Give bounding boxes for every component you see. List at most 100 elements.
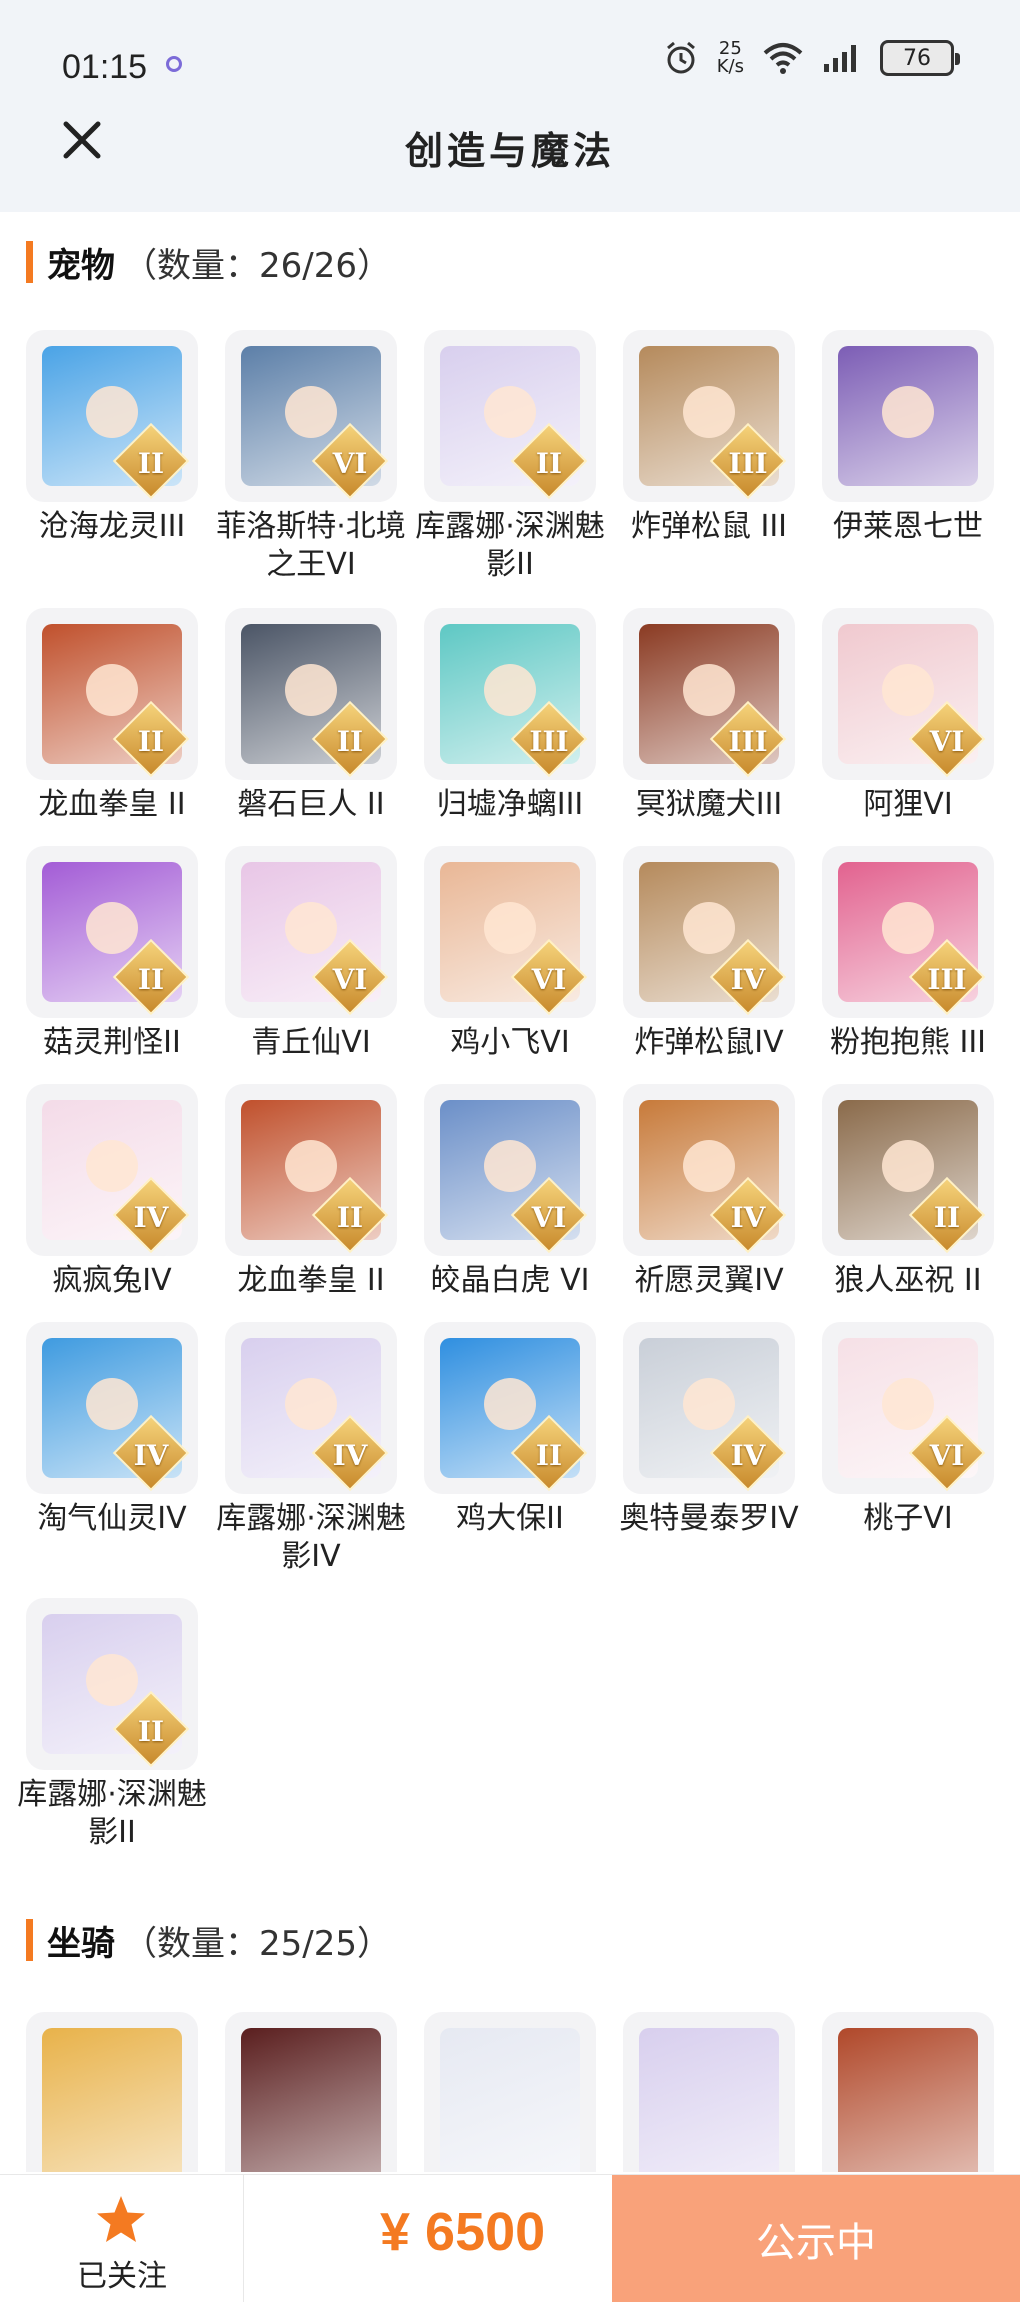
pet-card[interactable]: VI 青丘仙VI	[225, 846, 397, 1062]
pet-figure	[882, 664, 934, 716]
pet-name: 祈愿灵翼IV	[634, 1263, 784, 1298]
pet-card[interactable]: III 归墟净螭III	[424, 608, 596, 824]
tier-badge-text: III	[728, 725, 768, 758]
pet-image	[838, 346, 978, 486]
pet-thumbnail: III	[424, 608, 596, 780]
status-bar: 01:15 25 K/s 76	[0, 0, 1020, 120]
alarm-icon	[666, 41, 695, 74]
pet-thumbnail: IV	[26, 1084, 198, 1256]
tier-badge-text: VI	[531, 1201, 567, 1234]
mount-card[interactable]	[623, 2012, 795, 2172]
pet-thumbnail: II	[26, 608, 198, 780]
mount-card[interactable]	[225, 2012, 397, 2172]
mount-card[interactable]	[822, 2012, 994, 2172]
pet-figure	[285, 664, 337, 716]
section-accent-bar	[26, 241, 33, 283]
pet-card[interactable]: IV 疯疯兔IV	[26, 1084, 198, 1300]
pet-card[interactable]: II 菇灵荆怪II	[26, 846, 198, 1062]
pet-card[interactable]: IV 炸弹松鼠IV	[623, 846, 795, 1062]
mount-image	[241, 2028, 381, 2172]
price: ¥ 6500	[380, 2202, 546, 2262]
battery-level: 76	[903, 45, 931, 71]
follow-button[interactable]: 已关注	[0, 2175, 244, 2302]
pet-thumbnail: IV	[26, 1322, 198, 1494]
pet-thumbnail: IV	[225, 1322, 397, 1494]
mount-card[interactable]	[26, 2012, 198, 2172]
pet-name: 库露娜·深渊魅影II	[415, 509, 605, 582]
pet-card[interactable]: VI 阿狸VI	[822, 608, 994, 824]
pet-card[interactable]: IV 淘气仙灵IV	[26, 1322, 198, 1538]
pet-card[interactable]: VI 皎晶白虎 VI	[424, 1084, 596, 1300]
pet-card[interactable]: IV 奥特曼泰罗IV	[619, 1322, 799, 1538]
mount-thumbnail	[26, 2012, 198, 2172]
pet-thumbnail: II	[26, 846, 198, 1018]
pet-card[interactable]: IV 祈愿灵翼IV	[623, 1084, 795, 1300]
publish-status-button[interactable]: 公示中	[612, 2175, 1020, 2302]
pet-card[interactable]: II 库露娜·深渊魅影II	[17, 1598, 207, 1852]
pet-card[interactable]: III 粉抱抱熊 III	[822, 846, 994, 1062]
pet-card[interactable]: VI 鸡小飞VI	[424, 846, 596, 1062]
pet-figure	[683, 386, 735, 438]
tier-badge-text: VI	[929, 725, 965, 758]
pet-thumbnail	[822, 330, 994, 502]
pet-figure	[484, 386, 536, 438]
net-speed: 25 K/s	[717, 40, 744, 76]
tier-badge-text: IV	[332, 1439, 368, 1472]
tier-badge-text: VI	[332, 447, 368, 480]
signal-icon	[824, 45, 856, 72]
mount-thumbnail	[623, 2012, 795, 2172]
mounts-section-header: 坐骑 （数量：25/25）	[26, 1918, 391, 1964]
pet-name: 鸡小飞VI	[450, 1025, 570, 1060]
pet-card[interactable]: IV 库露娜·深渊魅影IV	[216, 1322, 406, 1576]
pet-card[interactable]: III 炸弹松鼠 III	[623, 330, 795, 546]
bottom-bar: 已关注 ¥ 6500 公示中	[0, 2174, 1020, 2302]
pet-card[interactable]: II 狼人巫祝 II	[822, 1084, 994, 1300]
pet-card[interactable]: II 库露娜·深渊魅影II	[415, 330, 605, 584]
pet-figure	[683, 902, 735, 954]
pet-figure	[683, 1140, 735, 1192]
pet-name: 炸弹松鼠 III	[630, 509, 788, 544]
pet-name: 龙血拳皇 II	[38, 787, 186, 822]
pet-thumbnail: II	[26, 1598, 198, 1770]
tier-badge-text: II	[535, 1439, 563, 1472]
mount-image	[440, 2028, 580, 2172]
tier-badge-text: VI	[332, 963, 368, 996]
mount-card[interactable]	[424, 2012, 596, 2172]
pet-thumbnail: II	[225, 608, 397, 780]
tier-badge-text: VI	[531, 963, 567, 996]
tier-badge-text: II	[535, 447, 563, 480]
pet-card[interactable]: VI 菲洛斯特·北境之王VI	[216, 330, 406, 584]
mount-thumbnail	[822, 2012, 994, 2172]
pet-figure	[484, 902, 536, 954]
pet-card[interactable]: III 冥狱魔犬III	[623, 608, 795, 824]
pet-figure	[683, 1378, 735, 1430]
tier-badge-text: VI	[929, 1439, 965, 1472]
pet-thumbnail: III	[623, 608, 795, 780]
pet-name: 归墟净螭III	[436, 787, 584, 822]
tier-badge-text: III	[927, 963, 967, 996]
section-title: 宠物	[47, 245, 115, 286]
pet-thumbnail: II	[225, 1084, 397, 1256]
section-title: 坐骑	[47, 1923, 115, 1964]
pet-card[interactable]: II 龙血拳皇 II	[26, 608, 198, 824]
pet-card[interactable]: II 龙血拳皇 II	[225, 1084, 397, 1300]
pet-name: 奥特曼泰罗IV	[619, 1501, 799, 1536]
tier-badge-text: II	[137, 725, 165, 758]
pet-name: 淘气仙灵IV	[37, 1501, 187, 1536]
pet-figure	[285, 1378, 337, 1430]
pet-card[interactable]: II 磐石巨人 II	[225, 608, 397, 824]
mount-image	[639, 2028, 779, 2172]
pet-card[interactable]: II 鸡大保II	[424, 1322, 596, 1538]
pet-card[interactable]: 伊莱恩七世	[822, 330, 994, 546]
section-count: （数量：26/26）	[123, 245, 391, 286]
pet-figure	[484, 664, 536, 716]
mount-thumbnail	[225, 2012, 397, 2172]
tier-badge-text: II	[336, 1201, 364, 1234]
pet-name: 菲洛斯特·北境之王VI	[216, 509, 406, 582]
pet-card[interactable]: II 沧海龙灵III	[26, 330, 198, 546]
tier-badge-text: III	[529, 725, 569, 758]
pet-thumbnail: IV	[623, 1084, 795, 1256]
tier-badge-text: IV	[730, 1201, 766, 1234]
pet-card[interactable]: VI 桃子VI	[822, 1322, 994, 1538]
status-time: 01:15	[62, 48, 148, 86]
